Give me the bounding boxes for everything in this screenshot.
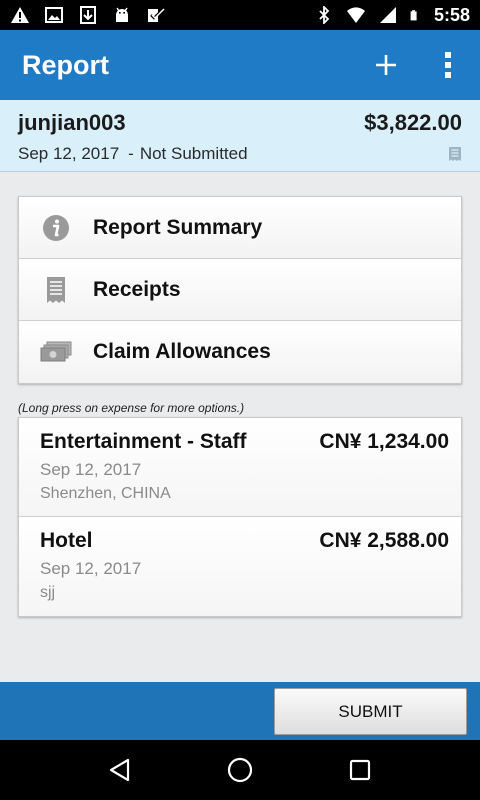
expense-type: Hotel (40, 529, 93, 552)
receipts-item[interactable]: Receipts (19, 259, 461, 321)
plus-icon (376, 55, 396, 75)
image-icon (45, 7, 63, 23)
app-bar-actions (366, 45, 458, 85)
warning-icon (11, 7, 29, 23)
expense-location: Shenzhen, CHINA (40, 485, 171, 502)
report-header: junjian003 $3,822.00 Sep 12, 2017 - Not … (0, 100, 480, 172)
report-summary-item[interactable]: Report Summary (19, 197, 461, 259)
submit-button[interactable]: SUBMIT (274, 688, 467, 735)
recents-button[interactable] (340, 750, 380, 790)
receipt-icon-wrap (39, 275, 73, 305)
expense-type: Entertainment - Staff (40, 430, 247, 453)
list-item[interactable]: Entertainment - Staff CN¥ 1,234.00 Sep 1… (19, 418, 461, 517)
report-separator: - (128, 144, 134, 163)
long-press-hint: (Long press on expense for more options.… (18, 401, 245, 415)
download-icon (80, 6, 96, 24)
report-name: junjian003 (18, 110, 126, 135)
notification-icons (10, 6, 166, 24)
claim-allowances-label: Claim Allowances (93, 340, 271, 363)
receipt-icon (449, 147, 461, 161)
receipt-icon (47, 276, 65, 303)
home-icon (227, 757, 253, 783)
report-menu: Report Summary Receipts Claim Allowances (18, 196, 462, 384)
back-icon (109, 758, 130, 782)
bluetooth-icon (319, 6, 330, 24)
home-button[interactable] (220, 750, 260, 790)
cash-icon (40, 341, 72, 362)
expense-location: sjj (40, 584, 56, 601)
checkbox-icon (148, 7, 165, 22)
report-total: $3,822.00 (364, 110, 462, 135)
system-icons: 5:58 (314, 5, 470, 26)
battery-icon (410, 10, 417, 21)
info-icon-wrap (39, 213, 73, 243)
wifi-icon (346, 7, 365, 23)
report-status: Not Submitted (139, 144, 248, 163)
expense-amount: CN¥ 1,234.00 (319, 430, 449, 453)
expense-amount: CN¥ 2,588.00 (319, 529, 449, 552)
cash-icon-wrap (39, 337, 73, 367)
expense-date: Sep 12, 2017 (40, 460, 142, 479)
page-title: Report (22, 49, 109, 80)
info-icon (43, 214, 69, 241)
back-button[interactable] (100, 750, 140, 790)
status-bar: 5:58 (0, 0, 480, 30)
app-bar: Report (0, 30, 480, 100)
system-nav-bar (0, 740, 480, 800)
receipts-label: Receipts (93, 277, 181, 301)
signal-icon (379, 7, 396, 23)
add-button[interactable] (366, 45, 406, 85)
report-summary-label: Report Summary (93, 215, 263, 239)
claim-allowances-item[interactable]: Claim Allowances (19, 321, 461, 383)
overflow-menu-button[interactable] (438, 45, 458, 85)
clock: 5:58 (433, 4, 470, 25)
overflow-menu-icon (445, 52, 451, 78)
report-date: Sep 12, 2017 (18, 144, 120, 163)
bottom-action-bar: SUBMIT (0, 682, 480, 740)
list-item[interactable]: Hotel CN¥ 2,588.00 Sep 12, 2017 sjj (19, 517, 461, 616)
recents-icon (349, 759, 371, 781)
android-icon (116, 7, 128, 22)
expense-list: Entertainment - Staff CN¥ 1,234.00 Sep 1… (18, 417, 462, 617)
expense-date: Sep 12, 2017 (40, 559, 142, 578)
